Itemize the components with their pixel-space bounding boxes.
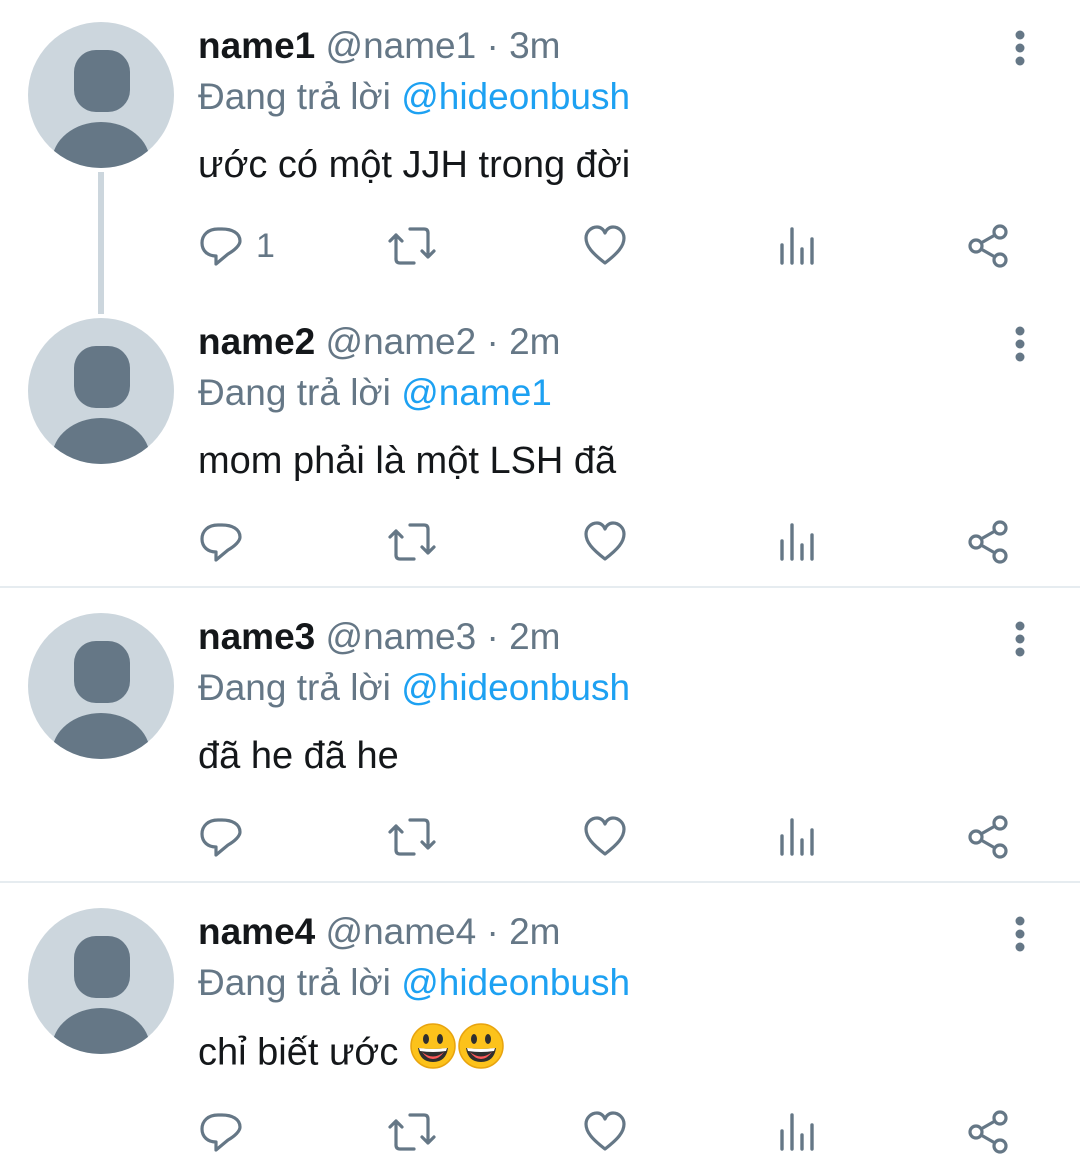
avatar[interactable] [28,613,174,759]
tweet-header: name2 @name2 · 2m [198,320,561,364]
reply-icon [198,1109,244,1155]
analytics-button[interactable] [778,222,818,270]
reply-prefix: Đang trả lời [198,667,391,708]
tweet-actions [0,1108,1080,1156]
reply-count: 1 [256,226,275,265]
share-icon [966,814,1012,860]
analytics-icon [778,814,818,860]
separator-dot: · [486,25,499,66]
reply-prefix: Đang trả lời [198,372,391,413]
replying-to: Đang trả lời @hideonbush [198,75,630,119]
display-name[interactable]: name1 [198,25,315,66]
grinning-face-emoji [409,1022,457,1081]
tweet-text: đã he đã he [198,735,399,777]
retweet-button[interactable] [386,1108,438,1156]
tweet[interactable]: name4 @name4 · 2m Đang trả lời @hideonbu… [0,908,1080,1168]
tweet-actions [0,518,1080,566]
share-button[interactable] [966,813,1012,861]
replying-to: Đang trả lời @hideonbush [198,666,630,710]
grinning-face-emoji [457,1022,505,1081]
tweet[interactable]: name3 @name3 · 2m Đang trả lời @hideonbu… [0,613,1080,883]
timestamp: 2m [509,616,561,657]
like-button[interactable] [582,518,628,566]
analytics-button[interactable] [778,1108,818,1156]
reply-icon [198,814,244,860]
separator-dot: · [486,616,499,657]
display-name[interactable]: name4 [198,911,315,952]
retweet-icon [386,814,438,860]
separator-dot: · [486,321,499,362]
tweet-actions [0,813,1080,861]
timestamp: 2m [509,321,561,362]
analytics-icon [778,223,818,269]
display-name[interactable]: name3 [198,616,315,657]
timestamp: 2m [509,911,561,952]
separator-dot: · [486,911,499,952]
share-button[interactable] [966,518,1012,566]
retweet-button[interactable] [386,813,438,861]
retweet-icon [386,1109,438,1155]
more-vertical-icon[interactable] [1008,326,1032,362]
display-name[interactable]: name2 [198,321,315,362]
reply-button[interactable] [198,518,256,566]
user-handle: @name3 [325,616,477,657]
like-button[interactable] [582,813,628,861]
tweet-header: name4 @name4 · 2m [198,910,561,954]
reply-button[interactable] [198,813,256,861]
analytics-icon [778,1109,818,1155]
tweet[interactable]: name1 @name1 · 3m Đang trả lời @hideonbu… [0,22,1080,292]
reply-prefix: Đang trả lời [198,962,391,1003]
heart-icon [582,814,628,860]
tweet-text: ước có một JJH trong đời [198,144,631,186]
reply-button[interactable] [198,1108,256,1156]
more-vertical-icon[interactable] [1008,621,1032,657]
tweet-text-content: chỉ biết ước [198,1031,399,1074]
reply-icon [198,519,244,565]
like-button[interactable] [582,222,628,270]
mention-link[interactable]: @hideonbush [401,76,630,117]
replying-to: Đang trả lời @hideonbush [198,961,630,1005]
tweet-text: chỉ biết ước [198,1023,505,1081]
tweet-header: name1 @name1 · 3m [198,24,561,68]
analytics-button[interactable] [778,518,818,566]
avatar[interactable] [28,22,174,168]
more-vertical-icon[interactable] [1008,30,1032,66]
divider [0,881,1080,883]
tweet-text: mom phải là một LSH đã [198,440,617,482]
reply-prefix: Đang trả lời [198,76,391,117]
user-handle: @name1 [325,25,477,66]
retweet-button[interactable] [386,222,438,270]
tweet-header: name3 @name3 · 2m [198,615,561,659]
analytics-icon [778,519,818,565]
tweet[interactable]: name2 @name2 · 2m Đang trả lời @name1 mo… [0,318,1080,588]
retweet-button[interactable] [386,518,438,566]
share-icon [966,519,1012,565]
reply-icon [198,223,244,269]
like-button[interactable] [582,1108,628,1156]
avatar[interactable] [28,908,174,1054]
user-handle: @name4 [325,911,477,952]
share-icon [966,223,1012,269]
more-vertical-icon[interactable] [1008,916,1032,952]
share-button[interactable] [966,222,1012,270]
mention-link[interactable]: @hideonbush [401,962,630,1003]
heart-icon [582,223,628,269]
share-button[interactable] [966,1108,1012,1156]
retweet-icon [386,223,438,269]
heart-icon [582,1109,628,1155]
retweet-icon [386,519,438,565]
analytics-button[interactable] [778,813,818,861]
mention-link[interactable]: @name1 [401,372,552,413]
avatar[interactable] [28,318,174,464]
replying-to: Đang trả lời @name1 [198,371,552,415]
mention-link[interactable]: @hideonbush [401,667,630,708]
reply-button[interactable]: 1 [198,222,275,270]
user-handle: @name2 [325,321,477,362]
divider [0,586,1080,588]
timestamp: 3m [509,25,561,66]
heart-icon [582,519,628,565]
tweet-actions: 1 [0,222,1080,270]
share-icon [966,1109,1012,1155]
